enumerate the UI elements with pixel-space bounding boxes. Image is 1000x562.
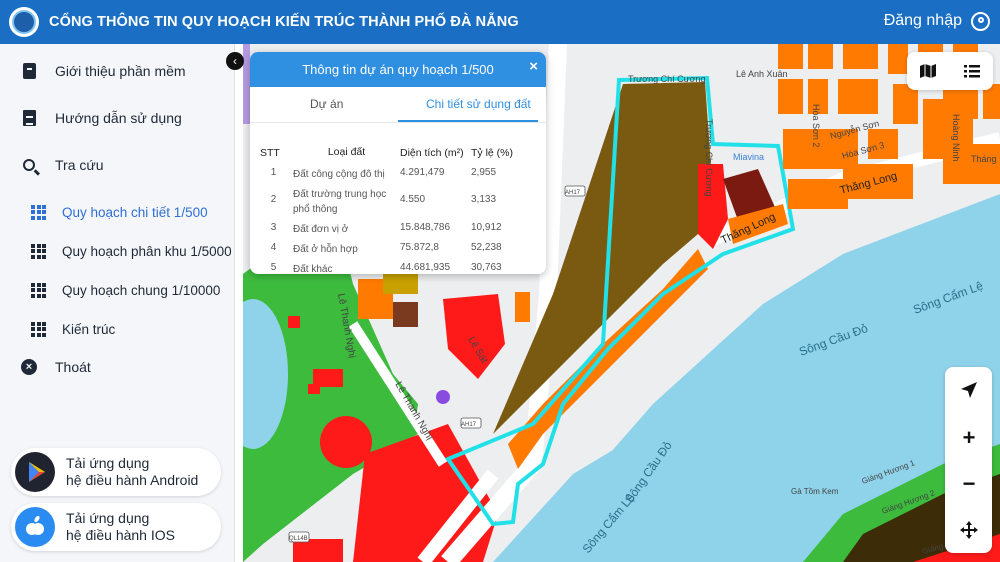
table-row: 2 Đất trường trung học phổ thông 4.550 3… [260, 186, 521, 221]
map-label: Hòa Sơn 2 [811, 104, 821, 147]
cell-type: Đất khác [293, 264, 333, 274]
project-info-panel: Thông tin dự án quy hoạch 1/500 × Dự án … [250, 52, 546, 274]
panel-header: Thông tin dự án quy hoạch 1/500 × [250, 52, 546, 87]
android-download-button[interactable]: Tải ứng dụng hệ điều hành Android [11, 448, 221, 496]
cell-stt: 2 [270, 194, 277, 205]
table-row: 1 Đất công cộng đô thị 4.291,479 2,955 [260, 166, 521, 186]
sidebar: Giới thiệu phần mềm Hướng dẫn sử dụng Tr… [0, 44, 235, 562]
cell-stt: 4 [270, 242, 277, 253]
map-side-controls: + − [945, 367, 992, 553]
cell-area: 15.848,786 [400, 222, 451, 233]
cell-area: 75.872,8 [400, 242, 439, 253]
move-icon[interactable] [958, 519, 980, 541]
cell-area: 4.550 [400, 194, 426, 205]
sub-label: Quy hoạch phân khu 1/5000 [62, 243, 232, 259]
cell-ratio: 52,238 [471, 242, 502, 253]
app-title: CỔNG THÔNG TIN QUY HOẠCH KIẾN TRÚC THÀNH… [49, 14, 519, 30]
nav-tra-cuu[interactable]: Tra cứu [0, 148, 235, 182]
nav-label: Giới thiệu phần mềm [55, 63, 186, 79]
map-top-controls [907, 52, 993, 90]
map-label: Hoàng Ninh [951, 114, 961, 162]
nav-label: Hướng dẫn sử dụng [55, 110, 182, 126]
cell-type: Đất công cộng đô thị [293, 169, 385, 180]
android-line2: hệ điều hành Android [66, 472, 199, 488]
cell-ratio: 3,133 [471, 194, 497, 205]
active-tab-indicator [398, 120, 538, 122]
table-row: 3 Đất đơn vị ở 15.848,786 10,912 [260, 221, 521, 241]
ios-line1: Tải ứng dụng [66, 510, 150, 526]
map-label: Trương Chí Cương [704, 119, 714, 197]
nav-thoat[interactable]: × Thoát [0, 350, 235, 384]
table-header-row: STT Loại đất Diện tích (m²) Tỷ lệ (%) [260, 145, 521, 166]
land-use-table: STT Loại đất Diện tích (m²) Tỷ lệ (%) 1 … [260, 145, 521, 274]
cell-ratio: 10,912 [471, 222, 502, 233]
logo [9, 7, 39, 37]
document-icon [20, 109, 38, 127]
cell-type: Đất đơn vị ở [293, 224, 349, 235]
cell-type: Đất trường trung học phổ thông [293, 189, 387, 215]
cell-ratio: 2,955 [471, 167, 497, 178]
panel-title: Thông tin dự án quy hoạch 1/500 [302, 62, 494, 77]
sub-label: Kiến trúc [62, 321, 116, 337]
cell-ratio: 30,763 [471, 262, 502, 273]
map-label: Miavina [733, 152, 764, 162]
column-header: STT [260, 146, 280, 159]
user-icon[interactable] [971, 12, 990, 31]
map-label: QL14B [289, 536, 308, 542]
ios-download-button[interactable]: Tải ứng dụng hệ điều hành IOS [11, 503, 221, 551]
tab-du-an[interactable]: Dự án [310, 97, 343, 111]
grid-icon [31, 321, 46, 337]
sub-label: Quy hoạch chi tiết 1/500 [62, 204, 208, 220]
sub-quy-hoach-chung[interactable]: Quy hoạch chung 1/10000 [0, 275, 235, 305]
map-label: AH17 [565, 190, 581, 196]
map-label: Lê Anh Xuân [736, 69, 788, 79]
nav-huong-dan[interactable]: Hướng dẫn sử dụng [0, 101, 235, 135]
cell-type: Đất ở hỗn hợp [293, 244, 358, 255]
map-label: AH17 [461, 422, 477, 428]
book-icon [20, 62, 38, 80]
sub-label: Quy hoạch chung 1/10000 [62, 282, 221, 298]
sub-kien-truc[interactable]: Kiến trúc [0, 314, 235, 344]
cell-area: 44.681,935 [400, 262, 451, 273]
ios-line2: hệ điều hành IOS [66, 527, 175, 543]
login-link[interactable]: Đăng nhập [884, 12, 962, 30]
grid-icon [31, 204, 46, 220]
column-header: Loại đất [327, 146, 366, 158]
cell-stt: 3 [270, 222, 277, 233]
map-label: Tháng [971, 154, 997, 164]
sub-quy-hoach-phan-khu[interactable]: Quy hoạch phân khu 1/5000 [0, 236, 235, 266]
android-line1: Tải ứng dụng [66, 455, 150, 471]
list-icon[interactable] [963, 62, 981, 80]
panel-tabs: Dự án Chi tiết sử dụng đất [250, 87, 546, 123]
nav-label: Thoát [55, 359, 91, 375]
column-header: Diện tích (m²) [400, 146, 464, 159]
zoom-out-icon[interactable]: − [958, 471, 980, 496]
map-icon[interactable] [919, 62, 937, 80]
cell-stt: 1 [270, 167, 277, 178]
table-row: 4 Đất ở hỗn hợp 75.872,8 52,238 [260, 241, 521, 261]
cell-area: 4.291,479 [400, 167, 445, 178]
sub-quy-hoach-chi-tiet[interactable]: Quy hoạch chi tiết 1/500 [0, 197, 235, 227]
tab-chi-tiet-su-dung-dat[interactable]: Chi tiết sử dụng đất [426, 97, 531, 111]
nav-gioi-thieu[interactable]: Giới thiệu phần mềm [0, 54, 235, 88]
cell-stt: 5 [270, 262, 277, 273]
locate-icon[interactable] [958, 379, 980, 401]
map-label: Gà Tồm Kem [791, 487, 839, 496]
play-store-icon [15, 452, 55, 492]
collapse-sidebar-button[interactable]: ‹ [226, 52, 244, 70]
column-header: Tỷ lệ (%) [471, 146, 513, 159]
table-row: 5 Đất khác 44.681,935 30,763 [260, 261, 521, 274]
nav-label: Tra cứu [55, 157, 104, 173]
apple-icon [15, 507, 55, 547]
close-icon[interactable]: × [529, 58, 538, 75]
grid-icon [31, 282, 46, 298]
zoom-in-icon[interactable]: + [958, 425, 980, 450]
map-label: Trương Chí Cương [628, 74, 706, 84]
grid-icon [31, 243, 46, 259]
app-header: CỔNG THÔNG TIN QUY HOẠCH KIẾN TRÚC THÀNH… [0, 0, 1000, 44]
close-circle-icon: × [20, 358, 38, 376]
search-icon [20, 156, 38, 174]
